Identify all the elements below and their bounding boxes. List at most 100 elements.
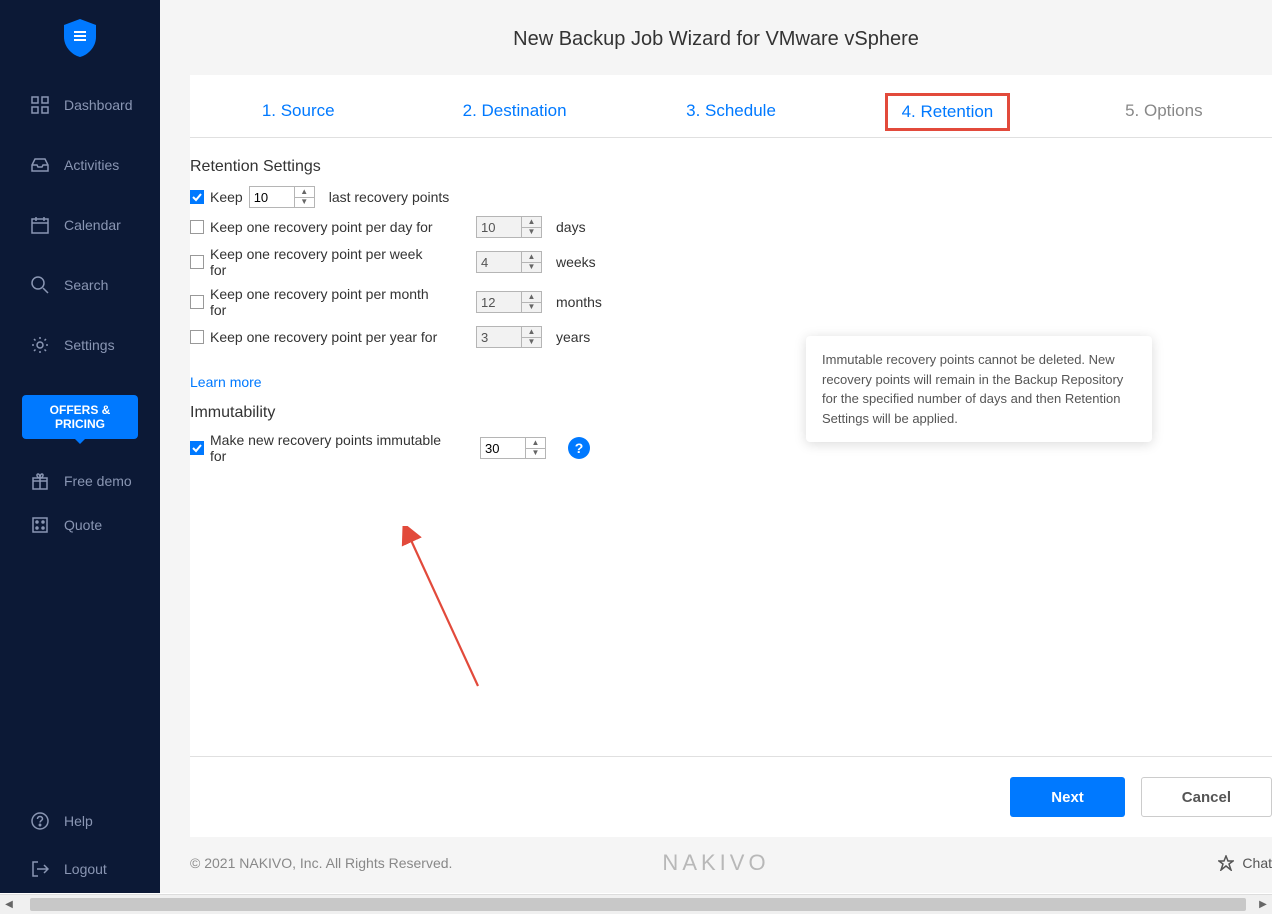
per-day-label: Keep one recovery point per day for <box>210 219 433 235</box>
tab-schedule[interactable]: 3. Schedule <box>623 101 839 125</box>
spinner-down-icon[interactable]: ▼ <box>522 303 541 313</box>
sidebar-label: Search <box>64 277 108 293</box>
learn-more-link[interactable]: Learn more <box>190 374 262 390</box>
keep-suffix: last recovery points <box>329 189 450 205</box>
keep-last-field[interactable] <box>250 187 294 207</box>
wizard-card: 1. Source 2. Destination 3. Schedule 4. … <box>190 75 1272 837</box>
per-year-checkbox[interactable] <box>190 330 204 344</box>
help-circle-icon[interactable]: ? <box>568 437 590 459</box>
per-week-checkbox[interactable] <box>190 255 204 269</box>
keep-label: Keep <box>210 189 243 205</box>
offers-pricing-button[interactable]: OFFERS & PRICING <box>22 395 138 439</box>
spinner-down-icon[interactable]: ▼ <box>522 263 541 273</box>
spinner-up-icon[interactable]: ▲ <box>526 438 545 449</box>
tab-options[interactable]: 5. Options <box>1056 101 1272 125</box>
sidebar-label: Quote <box>64 517 102 533</box>
dashboard-icon <box>30 95 50 115</box>
cancel-button[interactable]: Cancel <box>1141 777 1272 817</box>
per-day-unit: days <box>556 219 586 235</box>
tab-source[interactable]: 1. Source <box>190 101 406 125</box>
per-year-input[interactable]: ▲▼ <box>476 326 542 348</box>
shield-icon <box>64 19 96 57</box>
sidebar-item-search[interactable]: Search <box>0 255 160 315</box>
sidebar-label: Logout <box>64 861 107 877</box>
sidebar-label: Help <box>64 813 93 829</box>
spinner-up-icon[interactable]: ▲ <box>522 327 541 338</box>
immutability-tooltip: Immutable recovery points cannot be dele… <box>806 336 1152 442</box>
per-day-checkbox[interactable] <box>190 220 204 234</box>
per-year-label: Keep one recovery point per year for <box>210 329 437 345</box>
per-year-field <box>477 327 521 347</box>
next-button[interactable]: Next <box>1010 777 1125 817</box>
immutability-checkbox[interactable] <box>190 441 204 455</box>
per-month-row: Keep one recovery point per month for ▲▼… <box>190 286 1272 318</box>
logout-icon <box>30 859 50 879</box>
main-content: New Backup Job Wizard for VMware vSphere… <box>160 0 1272 893</box>
per-day-row: Keep one recovery point per day for ▲▼ d… <box>190 216 1272 238</box>
sidebar-label: Calendar <box>64 217 121 233</box>
copyright-text: © 2021 NAKIVO, Inc. All Rights Reserved. <box>190 855 452 871</box>
per-month-label: Keep one recovery point per month for <box>210 286 440 318</box>
spinner-down-icon[interactable]: ▼ <box>295 198 314 208</box>
per-month-unit: months <box>556 294 602 310</box>
keep-last-input[interactable]: ▲▼ <box>249 186 315 208</box>
spinner-arrows[interactable]: ▲▼ <box>521 252 541 272</box>
per-year-unit: years <box>556 329 590 345</box>
spinner-arrows[interactable]: ▲▼ <box>521 327 541 347</box>
spinner-up-icon[interactable]: ▲ <box>522 217 541 228</box>
per-month-input[interactable]: ▲▼ <box>476 291 542 313</box>
spinner-arrows[interactable]: ▲▼ <box>294 187 314 207</box>
spinner-up-icon[interactable]: ▲ <box>522 252 541 263</box>
per-week-field <box>477 252 521 272</box>
per-month-field <box>477 292 521 312</box>
sidebar-item-help[interactable]: Help <box>0 797 160 845</box>
gear-icon <box>30 335 50 355</box>
chat-link[interactable]: Chat <box>1218 855 1272 871</box>
immutability-input[interactable]: ▲▼ <box>480 437 546 459</box>
sidebar-label: Dashboard <box>64 97 133 113</box>
sidebar-item-calendar[interactable]: Calendar <box>0 195 160 255</box>
wizard-step-content: Retention Settings Keep ▲▼ last recovery… <box>190 138 1272 756</box>
keep-last-row: Keep ▲▼ last recovery points <box>190 186 1272 208</box>
scrollbar-thumb[interactable] <box>30 898 1246 911</box>
spinner-down-icon[interactable]: ▼ <box>522 338 541 348</box>
spinner-arrows[interactable]: ▲▼ <box>521 292 541 312</box>
tab-retention[interactable]: 4. Retention <box>839 101 1055 125</box>
brand-logo: NAKIVO <box>662 850 769 876</box>
horizontal-scrollbar[interactable]: ◀ ▶ <box>0 894 1272 914</box>
sidebar-item-logout[interactable]: Logout <box>0 845 160 893</box>
quote-icon <box>30 515 50 535</box>
per-week-input[interactable]: ▲▼ <box>476 251 542 273</box>
page-title: New Backup Job Wizard for VMware vSphere <box>160 0 1272 75</box>
scrollbar-track[interactable] <box>18 895 1254 914</box>
per-day-input[interactable]: ▲▼ <box>476 216 542 238</box>
sidebar-item-activities[interactable]: Activities <box>0 135 160 195</box>
scroll-right-icon[interactable]: ▶ <box>1254 896 1272 914</box>
sidebar-item-settings[interactable]: Settings <box>0 315 160 375</box>
spinner-arrows[interactable]: ▲▼ <box>525 438 545 458</box>
sidebar-label: Activities <box>64 157 119 173</box>
per-month-checkbox[interactable] <box>190 295 204 309</box>
sidebar-label: Settings <box>64 337 115 353</box>
spinner-down-icon[interactable]: ▼ <box>526 449 545 459</box>
wizard-footer: Next Cancel <box>190 756 1272 837</box>
keep-last-checkbox[interactable] <box>190 190 204 204</box>
spinner-down-icon[interactable]: ▼ <box>522 228 541 238</box>
immutability-label: Make new recovery points immutable for <box>210 432 460 464</box>
logo-area <box>0 0 160 75</box>
per-day-field <box>477 217 521 237</box>
per-week-row: Keep one recovery point per week for ▲▼ … <box>190 246 1272 278</box>
tab-destination[interactable]: 2. Destination <box>406 101 622 125</box>
spinner-up-icon[interactable]: ▲ <box>522 292 541 303</box>
scroll-left-icon[interactable]: ◀ <box>0 896 18 914</box>
retention-settings-title: Retention Settings <box>190 158 1272 176</box>
annotation-arrow-icon <box>398 526 488 696</box>
spinner-arrows[interactable]: ▲▼ <box>521 217 541 237</box>
per-week-unit: weeks <box>556 254 596 270</box>
sidebar-item-quote[interactable]: Quote <box>0 503 160 547</box>
sidebar-item-free-demo[interactable]: Free demo <box>0 459 160 503</box>
sidebar-item-dashboard[interactable]: Dashboard <box>0 75 160 135</box>
immutability-field[interactable] <box>481 438 525 458</box>
calendar-icon <box>30 215 50 235</box>
spinner-up-icon[interactable]: ▲ <box>295 187 314 198</box>
